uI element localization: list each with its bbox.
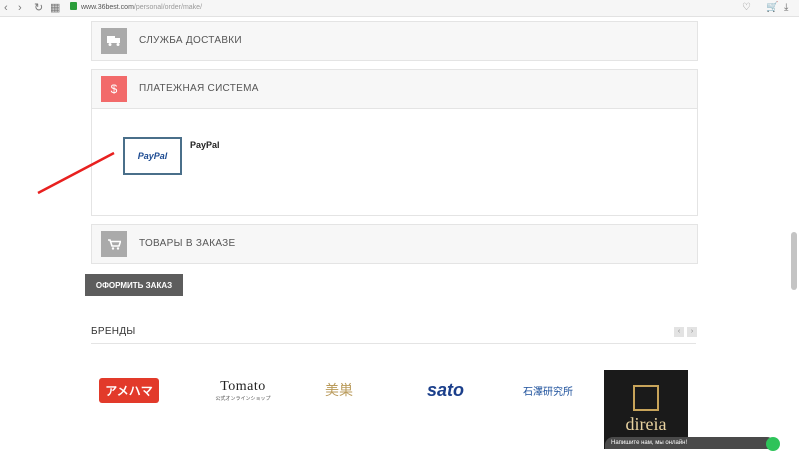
brand-name: 美巣 (325, 384, 353, 399)
brand-name: direia (625, 413, 667, 434)
payment-options: PayPal PayPal (92, 108, 697, 215)
brand-logo-sato[interactable]: sato (403, 370, 488, 410)
goods-panel-header[interactable]: ТОВАРЫ В ЗАКАЗЕ (92, 225, 697, 263)
paypal-option-label: PayPal (190, 140, 220, 150)
divider (91, 343, 696, 344)
goods-panel[interactable]: ТОВАРЫ В ЗАКАЗЕ (91, 224, 698, 264)
scrollbar[interactable] (791, 232, 797, 290)
paypal-option-button[interactable]: PayPal (123, 137, 182, 175)
brand-logo-tomato[interactable]: Tomato 公式オンラインショップ (198, 370, 288, 410)
lock-icon (70, 2, 77, 10)
dollar-icon: $ (101, 76, 127, 102)
direia-emblem-icon (633, 384, 659, 411)
browser-toolbar: ‹ › ↻ ▦ www.36best.com/personal/order/ma… (0, 0, 799, 17)
apps-icon[interactable]: ▦ (50, 1, 60, 15)
brand-name: Tomato (220, 378, 266, 394)
brands-next-icon[interactable]: › (687, 327, 697, 337)
payment-panel-header[interactable]: $ ПЛАТЕЖНАЯ СИСТЕМА (92, 70, 697, 108)
url-host: www.36best.com (81, 4, 134, 11)
brand-logo-misu[interactable]: 美巣 (304, 370, 374, 410)
reload-icon[interactable]: ↻ (34, 1, 43, 15)
delivery-panel[interactable]: СЛУЖБА ДОСТАВКИ (91, 21, 698, 61)
delivery-panel-header[interactable]: СЛУЖБА ДОСТАВКИ (92, 22, 697, 60)
bookmark-icon[interactable]: ♡ (742, 1, 751, 15)
truck-icon (101, 28, 127, 54)
annotation-arrow (37, 151, 115, 195)
payment-panel[interactable]: $ ПЛАТЕЖНАЯ СИСТЕМА PayPal PayPal (91, 69, 698, 216)
forward-icon[interactable]: › (18, 1, 22, 15)
cart-icon (101, 231, 127, 257)
brands-heading: БРЕНДЫ (91, 326, 136, 337)
download-icon[interactable]: ⤓ (784, 1, 788, 15)
cart-extension-icon[interactable]: 🛒 (766, 1, 778, 15)
brand-logo-ishizawa[interactable]: 石澤研究所 (507, 370, 589, 410)
brand-name: 石澤研究所 (523, 386, 573, 398)
brand-name: sato (426, 379, 464, 400)
place-order-button[interactable]: ОФОРМИТЬ ЗАКАЗ (85, 274, 183, 296)
paypal-logo: PayPal (137, 151, 168, 161)
url-path: /personal/order/make/ (133, 4, 203, 11)
brand-subtitle: 公式オンラインショップ (215, 395, 271, 402)
goods-panel-title: ТОВАРЫ В ЗАКАЗЕ (139, 238, 236, 249)
brand-logo-amehama[interactable]: アメハマ (97, 370, 161, 410)
address-bar[interactable]: www.36best.com/personal/order/make/ (70, 1, 730, 14)
delivery-panel-title: СЛУЖБА ДОСТАВКИ (139, 35, 242, 46)
back-icon[interactable]: ‹ (4, 1, 8, 15)
brands-prev-icon[interactable]: ‹ (674, 327, 684, 337)
chat-widget[interactable]: Напишите нам, мы онлайн! (605, 437, 775, 449)
payment-panel-title: ПЛАТЕЖНАЯ СИСТЕМА (139, 83, 259, 94)
brand-name: アメハマ (99, 377, 159, 403)
